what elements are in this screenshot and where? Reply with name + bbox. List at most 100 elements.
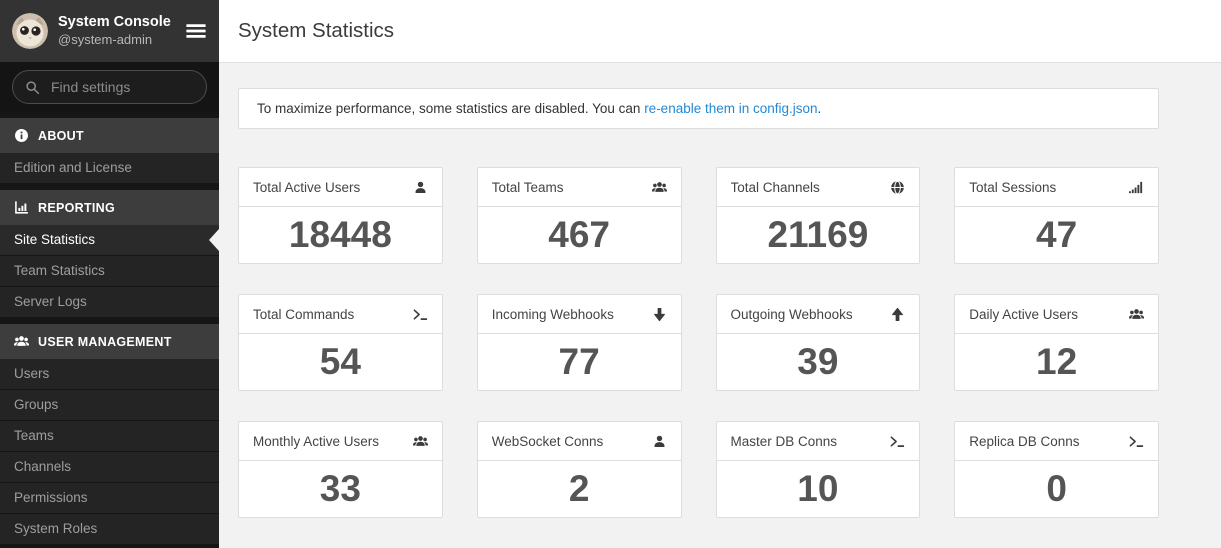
stat-card-label: WebSocket Conns [492,434,604,449]
stat-card-replica-db-conns: Replica DB Conns 0 [954,421,1159,518]
stat-card-header: Incoming Webhooks [478,295,681,334]
user-group-icon [652,180,667,195]
sidebar-section-items: Users Groups Teams Channels Permissions … [0,359,219,545]
sidebar-item-label: Team Statistics [14,263,105,278]
stat-card-header: Outgoing Webhooks [717,295,920,334]
sidebar-section-items: Site Statistics Team Statistics Server L… [0,225,219,318]
sidebar-item-team-statistics[interactable]: Team Statistics [0,256,219,287]
banner-text-end: . [818,101,822,116]
stat-card-value: 54 [239,334,442,390]
sidebar-header: System Console @system-admin [0,0,219,62]
system-console-app: System Console @system-admin ABOUT Editi… [0,0,1221,548]
sidebar-item-label: Permissions [14,490,88,505]
stat-card-total-channels: Total Channels 21169 [716,167,921,264]
stat-card-header: WebSocket Conns [478,422,681,461]
config-json-link[interactable]: re-enable them in config.json [644,101,817,116]
sidebar-item-permissions[interactable]: Permissions [0,483,219,514]
search-input[interactable] [49,78,194,96]
sidebar-item-users[interactable]: Users [0,359,219,390]
user-group-icon [413,434,428,449]
stat-card-total-active-users: Total Active Users 18448 [238,167,443,264]
stat-card-value: 10 [717,461,920,517]
sidebar-section-about: ABOUT Edition and License [0,118,219,184]
stat-card-label: Master DB Conns [731,434,838,449]
arrow-down-icon [652,307,667,322]
stat-card-label: Monthly Active Users [253,434,379,449]
sidebar-item-label: Site Statistics [14,232,95,247]
stat-card-header: Total Active Users [239,168,442,207]
stat-card-label: Replica DB Conns [969,434,1079,449]
stat-card-header: Total Teams [478,168,681,207]
sidebar-item-teams[interactable]: Teams [0,421,219,452]
sidebar-item-channels[interactable]: Channels [0,452,219,483]
stat-card-header: Monthly Active Users [239,422,442,461]
sidebar-header-text: System Console @system-admin [58,13,171,48]
active-item-pointer-icon [209,229,219,251]
stat-card-total-sessions: Total Sessions 47 [954,167,1159,264]
stat-cards-grid: Total Active Users 18448 Total Teams 467… [238,167,1159,518]
sidebar-item-site-statistics[interactable]: Site Statistics [0,225,219,256]
stat-card-header: Daily Active Users [955,295,1158,334]
sidebar-section-label: USER MANAGEMENT [38,335,172,349]
stat-card-value: 77 [478,334,681,390]
stat-card-value: 12 [955,334,1158,390]
stat-card-daily-active-users: Daily Active Users 12 [954,294,1159,391]
user-icon [652,434,667,449]
stat-card-value: 467 [478,207,681,263]
sidebar-item-label: Groups [14,397,58,412]
sidebar-item-system-roles[interactable]: System Roles [0,514,219,545]
sidebar-item-label: Channels [14,459,71,474]
sidebar-section-items: Edition and License [0,153,219,184]
sidebar-item-groups[interactable]: Groups [0,390,219,421]
stat-card-label: Outgoing Webhooks [731,307,853,322]
page-header: System Statistics [219,0,1221,63]
stat-card-monthly-active-users: Monthly Active Users 33 [238,421,443,518]
banner-text: To maximize performance, some statistics… [257,101,644,116]
stat-card-value: 47 [955,207,1158,263]
sidebar: System Console @system-admin ABOUT Editi… [0,0,219,548]
page-title: System Statistics [238,19,394,43]
stat-card-label: Total Sessions [969,180,1056,195]
menu-icon[interactable] [185,20,207,42]
stat-card-value: 33 [239,461,442,517]
sidebar-item-server-logs[interactable]: Server Logs [0,287,219,318]
content-area: To maximize performance, some statistics… [219,63,1221,518]
stat-card-value: 21169 [717,207,920,263]
sidebar-section-header: REPORTING [0,190,219,225]
stat-card-master-db-conns: Master DB Conns 10 [716,421,921,518]
globe-icon [890,180,905,195]
arrow-up-icon [890,307,905,322]
sidebar-item-label: Server Logs [14,294,87,309]
stat-card-label: Total Channels [731,180,820,195]
stat-card-value: 2 [478,461,681,517]
performance-banner: To maximize performance, some statistics… [238,88,1159,129]
bar-chart-icon [14,200,29,215]
admin-username: @system-admin [58,32,171,48]
stat-card-label: Total Commands [253,307,354,322]
stat-card-header: Master DB Conns [717,422,920,461]
stat-card-websocket-conns: WebSocket Conns 2 [477,421,682,518]
stat-card-header: Replica DB Conns [955,422,1158,461]
sidebar-section-user-management: USER MANAGEMENT Users Groups Teams Chann… [0,324,219,545]
sidebar-item-label: Users [14,366,49,381]
stat-card-label: Incoming Webhooks [492,307,614,322]
user-group-icon [1129,307,1144,322]
terminal-icon [413,307,428,322]
sidebar-nav: ABOUT Edition and License REPORTING Site… [0,112,219,548]
stat-card-outgoing-webhooks: Outgoing Webhooks 39 [716,294,921,391]
terminal-icon [890,434,905,449]
stat-card-header: Total Channels [717,168,920,207]
user-icon [413,180,428,195]
stat-card-total-teams: Total Teams 467 [477,167,682,264]
info-icon [14,128,29,143]
sidebar-item-label: Teams [14,428,54,443]
search-band [0,62,219,112]
search-icon [25,80,40,95]
stat-card-value: 0 [955,461,1158,517]
signal-icon [1129,180,1144,195]
sidebar-section-reporting: REPORTING Site Statistics Team Statistic… [0,190,219,318]
settings-search-box[interactable] [12,70,207,104]
stat-card-value: 39 [717,334,920,390]
console-title: System Console [58,13,171,31]
sidebar-item-edition-and-license[interactable]: Edition and License [0,153,219,184]
